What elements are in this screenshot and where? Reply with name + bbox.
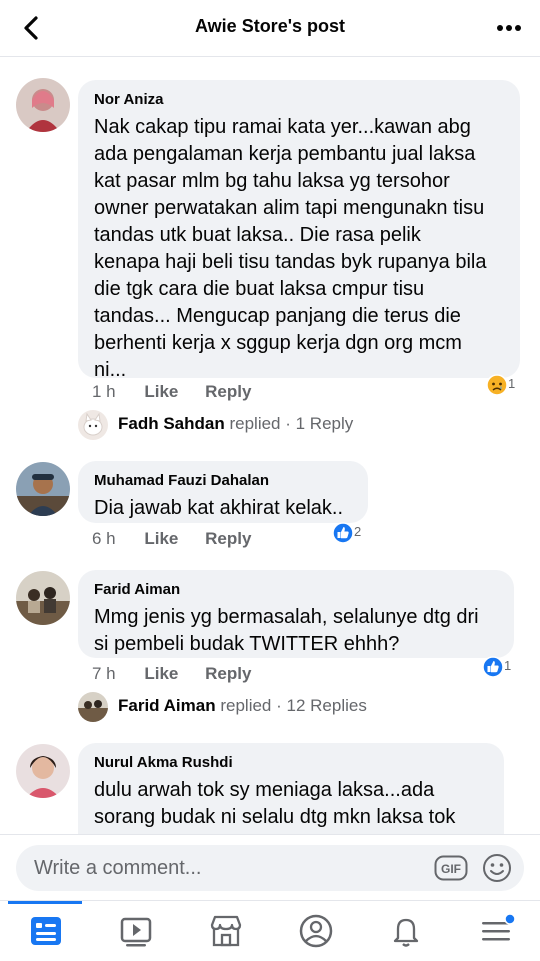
- comment-time: 1 h: [92, 382, 116, 401]
- sad-face-icon: [486, 374, 508, 396]
- avatar[interactable]: [16, 571, 70, 625]
- comment-author[interactable]: Muhamad Fauzi Dahalan: [94, 471, 352, 491]
- reaction-count: 1: [508, 376, 516, 391]
- reply-button[interactable]: Reply: [205, 382, 251, 401]
- post-header: Awie Store's post: [0, 0, 540, 57]
- profile-icon[interactable]: [296, 911, 336, 951]
- comment-text: dulu arwah tok sy meniaga laksa...ada so…: [94, 779, 456, 828]
- avatar: [78, 410, 108, 440]
- reaction-count: 1: [504, 658, 512, 673]
- comment-actions: 7 h Like Reply: [92, 664, 273, 688]
- feed-icon[interactable]: [26, 911, 66, 951]
- notifications-icon[interactable]: [386, 911, 426, 951]
- comment-composer: Write a comment... GIF: [0, 834, 540, 901]
- replied-label: replied: [220, 696, 272, 715]
- comment-bubble[interactable]: Nor Aniza Nak cakap tipu ramai kata yer.…: [78, 80, 520, 381]
- replier-name[interactable]: Fadh Sahdan: [118, 414, 225, 433]
- gif-icon[interactable]: GIF: [434, 855, 468, 881]
- reply-button[interactable]: Reply: [205, 664, 251, 683]
- comment-bubble[interactable]: Farid Aiman Mmg jenis yg bermasalah, sel…: [78, 570, 514, 658]
- comment-actions: 1 h Like Reply: [92, 382, 273, 406]
- page-title: Awie Store's post: [195, 16, 345, 36]
- like-button[interactable]: Like: [144, 529, 178, 548]
- avatar[interactable]: [16, 78, 70, 132]
- comment-author[interactable]: Nurul Akma Rushdi: [94, 753, 488, 773]
- comment-author[interactable]: Farid Aiman: [94, 580, 498, 600]
- emoji-icon[interactable]: [482, 853, 512, 883]
- reaction-count: 2: [354, 524, 362, 539]
- avatar[interactable]: [16, 462, 70, 516]
- comment-text: Mmg jenis yg bermasalah, selalunye dtg d…: [94, 606, 479, 655]
- comment-author[interactable]: Nor Aniza: [94, 90, 504, 110]
- comment-text: Nak cakap tipu ramai kata yer...kawan ab…: [94, 116, 487, 381]
- like-button[interactable]: Like: [144, 382, 178, 401]
- reaction-summary[interactable]: 1: [486, 374, 522, 398]
- comment-text: Dia jawab kat akhirat kelak..: [94, 497, 344, 519]
- bottom-tab-bar: [0, 900, 540, 961]
- like-button[interactable]: Like: [144, 664, 178, 683]
- thumbs-up-icon: [332, 522, 354, 544]
- comment-time: 7 h: [92, 664, 116, 683]
- gif-label: GIF: [441, 862, 461, 876]
- replier-name[interactable]: Farid Aiman: [118, 696, 216, 715]
- thumbs-up-icon: [482, 656, 504, 678]
- avatar: [78, 692, 108, 722]
- reply-button[interactable]: Reply: [205, 529, 251, 548]
- replies-count: · 12 Replies: [276, 696, 367, 715]
- comment-time: 6 h: [92, 529, 116, 548]
- marketplace-icon[interactable]: [206, 911, 246, 951]
- replies-count: · 1 Reply: [285, 414, 354, 433]
- comment-bubble[interactable]: Muhamad Fauzi Dahalan Dia jawab kat akhi…: [78, 461, 368, 523]
- avatar[interactable]: [16, 744, 70, 798]
- comment-input[interactable]: Write a comment... GIF: [16, 845, 524, 891]
- more-options-icon[interactable]: [494, 20, 524, 36]
- menu-icon[interactable]: [476, 911, 516, 951]
- replied-label: replied: [229, 414, 281, 433]
- active-tab-indicator: [8, 901, 82, 904]
- reaction-summary[interactable]: 1: [482, 656, 518, 680]
- comment-bubble[interactable]: Nurul Akma Rushdi dulu arwah tok sy meni…: [78, 743, 504, 843]
- comment-input-placeholder: Write a comment...: [34, 857, 202, 879]
- reaction-summary[interactable]: 2: [332, 522, 368, 546]
- comment-actions: 6 h Like Reply: [92, 529, 273, 553]
- watch-icon[interactable]: [116, 911, 156, 951]
